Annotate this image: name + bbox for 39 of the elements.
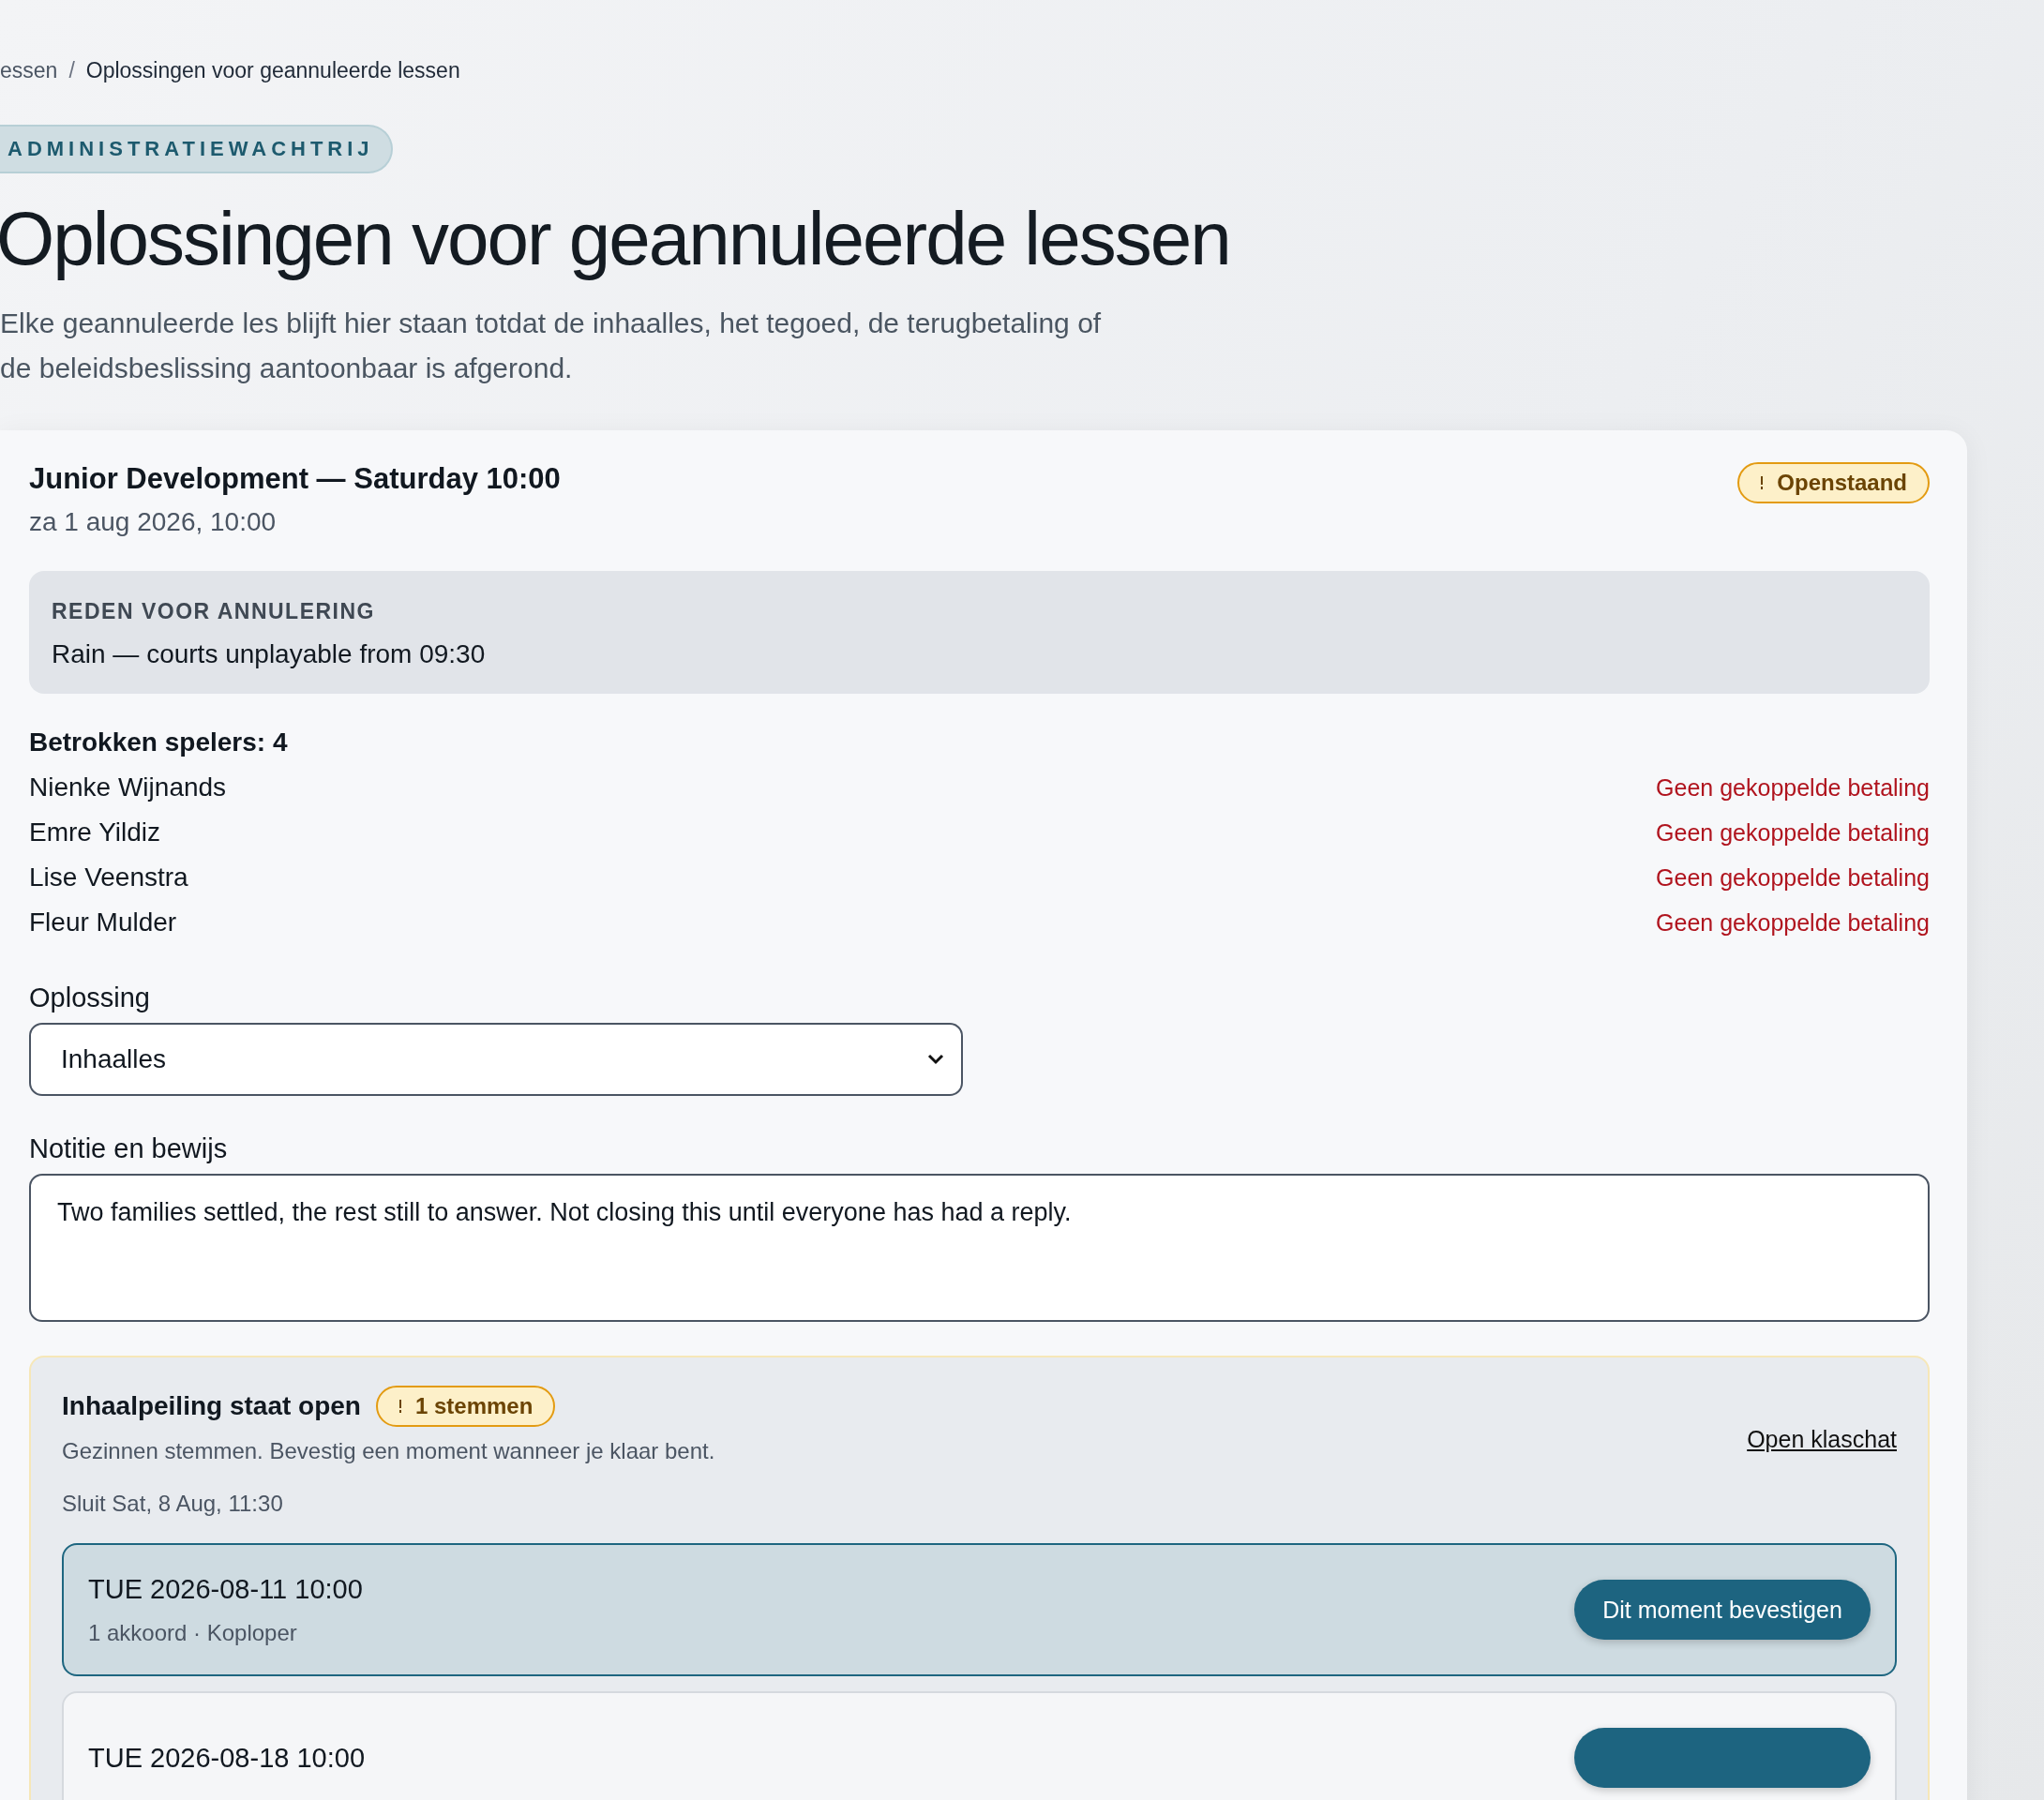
slot-votes: 1 akkoord · Koploper xyxy=(88,1619,298,1646)
breadcrumb-current: Oplossingen voor geannuleerde lessen xyxy=(85,58,460,83)
player-name: Nienke Wijnands xyxy=(29,772,227,802)
poll-closing-time: Sluit Sat, 8 Aug, 11:30 xyxy=(62,1491,284,1517)
time-slot-option[interactable]: TUE 2026-08-11 10:00 1 akkoord · Koploper Dit moment bevestigen xyxy=(62,1543,1897,1676)
lesson-date: za 1 aug 2026, 10:00 xyxy=(29,507,278,537)
time-slot-option[interactable]: TUE 2026-08-18 10:00 xyxy=(62,1691,1897,1800)
page-title: Oplossingen voor geannuleerde lessen xyxy=(0,196,1231,282)
players-count: Betrokken spelers: 4 xyxy=(29,728,289,758)
slot-time: TUE 2026-08-11 10:00 xyxy=(88,1573,363,1605)
confirm-button[interactable] xyxy=(1574,1728,1871,1788)
resolution-select[interactable]: Inhaalles xyxy=(29,1023,963,1096)
reason-label: REDEN VOOR ANNULERING xyxy=(52,599,376,624)
field-label: Notitie en bewijs xyxy=(29,1133,229,1164)
section-tag: ADMINISTRATIEWACHTRIJ xyxy=(0,125,393,173)
chevron-down-icon xyxy=(927,1054,944,1065)
breadcrumb-separator: / xyxy=(68,58,75,83)
page-description: Elke geannuleerde les blijft hier staan totdat de inhaalles, het tegoed, de terugbetaling of de beleidsbeslissing aantoonbaar is afgerond. xyxy=(0,307,1103,385)
payment-warning: Geen gekoppelde betaling xyxy=(1656,773,1930,802)
breadcrumb-link[interactable]: essen xyxy=(0,58,58,83)
poll-subtitle: Gezinnen stemmen. Bevestig een moment wanneer je klaar bent. xyxy=(62,1438,715,1464)
note-field[interactable]: Two families settled, the rest still to answer. Not closing this until everyone has had a reply. xyxy=(29,1174,1930,1322)
lesson-title: Junior Development — Saturday 10:00 xyxy=(29,462,561,496)
slot-time: TUE 2026-08-18 10:00 xyxy=(88,1742,366,1774)
status-badge: Openstaand xyxy=(1737,462,1930,503)
alert-icon xyxy=(1760,476,1765,489)
class-chat-link[interactable]: Open klaschat xyxy=(1747,1426,1897,1453)
player-name: Fleur Mulder xyxy=(29,908,177,938)
alert-icon xyxy=(398,1400,402,1413)
votes-badge: 1 stemmen xyxy=(375,1386,556,1427)
payment-warning: Geen gekoppelde betaling xyxy=(1656,818,1930,847)
payment-warning: Geen gekoppelde betaling xyxy=(1656,908,1930,937)
poll-title: Inhaalpeiling staat open xyxy=(62,1391,361,1421)
player-name: Emre Yildiz xyxy=(29,818,161,848)
reason-text: Rain — courts unplayable from 09:30 xyxy=(52,639,487,669)
field-label: Oplossing xyxy=(29,982,151,1013)
payment-warning: Geen gekoppelde betaling xyxy=(1656,863,1930,892)
confirm-button[interactable]: Dit moment bevestigen xyxy=(1574,1580,1871,1640)
player-name: Lise Veenstra xyxy=(29,862,188,892)
